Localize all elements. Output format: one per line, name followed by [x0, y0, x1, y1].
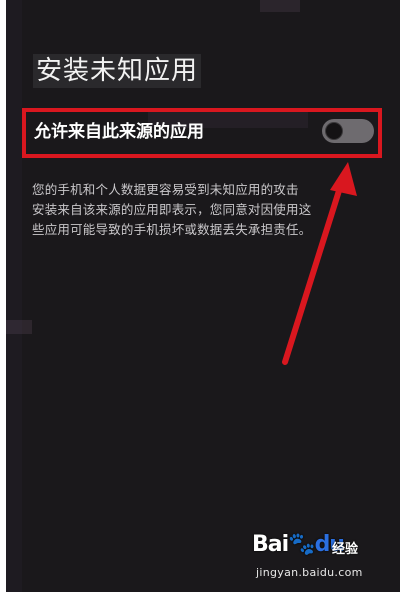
watermark-url: jingyan.baidu.com: [256, 566, 363, 579]
watermark-sub: 经验: [332, 542, 359, 557]
annotation-highlight-box: [22, 108, 382, 158]
warning-description: 您的手机和个人数据更容易受到未知应用的攻击 安装来自该来源的应用即表示，您同意对…: [32, 182, 312, 237]
screenshot: 安装未知应用 允许来自此来源的应用 您的手机和个人数据更容易受到未知应用的攻击 …: [0, 0, 400, 592]
watermark-brand: Bai🐾du: [252, 532, 345, 557]
paw-icon: 🐾: [288, 532, 315, 557]
phone-screen: [6, 0, 400, 592]
page-title: 安装未知应用: [33, 54, 202, 88]
watermark-brand-bai: Bai: [252, 532, 289, 557]
baidu-jingyan-watermark: Bai🐾du 经验 jingyan.baidu.com: [252, 528, 382, 584]
background-app-ghost: [260, 0, 300, 12]
background-app-ghost: [6, 320, 32, 334]
background-app-ghost: [6, 0, 22, 592]
